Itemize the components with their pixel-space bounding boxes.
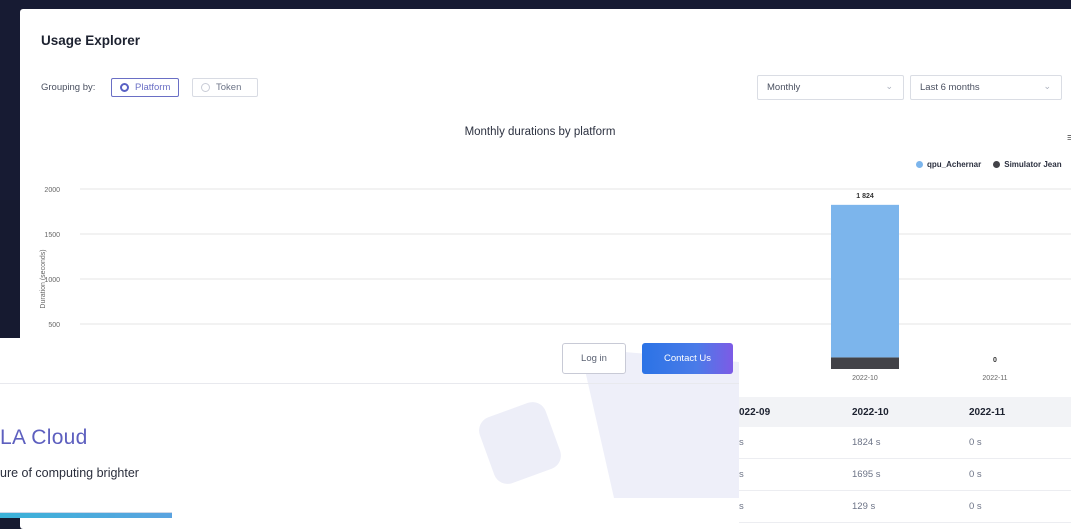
bar-simulator-jean	[831, 357, 899, 369]
table-cell: 129 s	[852, 501, 876, 512]
table-cell: s	[739, 437, 744, 448]
grouping-platform-label: Platform	[135, 82, 171, 93]
column-header: 022-09	[739, 406, 771, 418]
chart-menu-icon[interactable]: ≡	[1067, 132, 1071, 144]
y-tick-label: 2000	[44, 187, 60, 194]
grouping-label: Grouping by:	[41, 82, 96, 93]
period-select[interactable]: Monthly ⌄	[757, 75, 904, 100]
table-row: s 1695 s 0 s	[739, 459, 1071, 491]
radio-selected-icon	[120, 83, 129, 92]
table-cell: 0 s	[969, 437, 982, 448]
x-tick-label: 2022-11	[982, 375, 1007, 382]
legend-label-qpu[interactable]: qpu_Achernar	[927, 160, 981, 169]
period-select-value: Monthly	[767, 82, 801, 93]
radio-unselected-icon	[201, 83, 210, 92]
y-tick-label: 500	[48, 322, 60, 329]
grouping-platform-radio[interactable]: Platform	[111, 78, 179, 97]
table-cell: s	[739, 501, 744, 512]
grouping-token-radio[interactable]: Token	[192, 78, 258, 97]
y-axis-label: Duration (seconds)	[40, 249, 47, 308]
legend-label-simulator[interactable]: Simulator Jean	[1004, 160, 1061, 169]
table-row: s 1824 s 0 s	[739, 427, 1071, 459]
chart-legend: qpu_Achernar Simulator Jean	[916, 160, 1062, 169]
usage-table: 022-09 2022-10 2022-11 s 1824 s 0 s s 16…	[739, 397, 1071, 523]
divider	[0, 383, 739, 384]
table-cell: 1695 s	[852, 469, 881, 480]
table-cell: 1824 s	[852, 437, 881, 448]
table-row: s 129 s 0 s	[739, 491, 1071, 523]
decorative-shape	[475, 398, 565, 488]
hero-image	[0, 512, 172, 518]
page-title: Usage Explorer	[41, 33, 141, 48]
table-cell: 0 s	[969, 501, 982, 512]
hero-subtitle: ure of computing brighter	[0, 466, 139, 480]
bar-qpu_achernar	[831, 204, 899, 358]
range-select[interactable]: Last 6 months ⌄	[910, 75, 1062, 100]
login-button[interactable]: Log in	[562, 343, 626, 374]
y-tick-label: 1500	[44, 232, 60, 239]
table-cell: s	[739, 469, 744, 480]
table-header: 022-09 2022-10 2022-11	[739, 397, 1071, 427]
legend-dot-simulator	[993, 161, 1001, 168]
chart-title: Monthly durations by platform	[464, 126, 616, 138]
landing-overlay: Log in Contact Us LA Cloud ure of comput…	[0, 338, 739, 518]
legend-dot-qpu	[916, 161, 923, 168]
range-select-value: Last 6 months	[920, 82, 980, 93]
x-tick-label: 2022-10	[852, 375, 878, 382]
total-data-label: 1 824	[856, 193, 874, 200]
total-data-label: 0	[993, 357, 997, 364]
hero-title: LA Cloud	[0, 426, 88, 449]
chevron-down-icon: ⌄	[1043, 81, 1051, 91]
chevron-down-icon: ⌄	[885, 81, 893, 91]
table-cell: 0 s	[969, 469, 982, 480]
column-header: 2022-10	[852, 406, 889, 418]
grouping-token-label: Token	[216, 82, 242, 93]
column-header: 2022-11	[969, 406, 1006, 418]
contact-us-button[interactable]: Contact Us	[642, 343, 733, 374]
